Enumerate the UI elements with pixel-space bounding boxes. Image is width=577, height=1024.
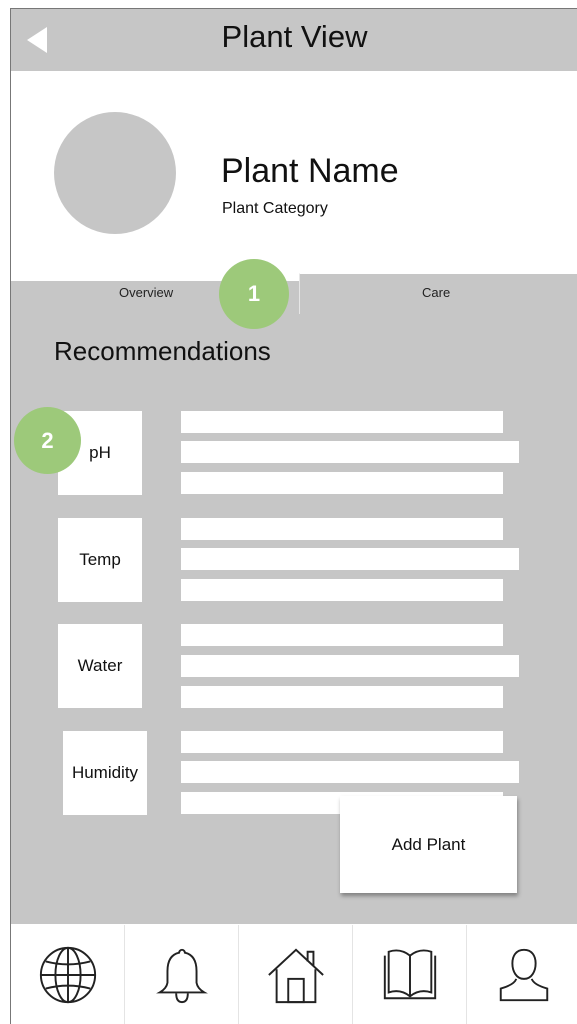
recommendation-line xyxy=(181,624,503,646)
recommendation-line xyxy=(181,761,519,783)
book-icon xyxy=(383,949,436,1000)
recommendation-line xyxy=(181,518,503,540)
recommendation-line xyxy=(181,411,503,433)
home-icon xyxy=(267,948,324,1004)
recommendation-line xyxy=(181,472,503,494)
tab-care-label[interactable]: Care xyxy=(422,285,450,300)
recommendation-line xyxy=(181,686,503,708)
recommendation-line xyxy=(181,579,503,601)
plant-category: Plant Category xyxy=(222,200,328,217)
app-frame: Plant View Plant Name Plant Category Ove… xyxy=(10,8,577,1024)
annotation-badge-2: 2 xyxy=(14,407,81,474)
recommendation-line xyxy=(181,731,503,753)
globe-icon xyxy=(39,946,96,1004)
bell-icon xyxy=(155,948,208,1004)
add-plant-button[interactable]: Add Plant xyxy=(340,796,517,893)
bottom-nav xyxy=(11,924,577,1024)
page-title: Plant View xyxy=(221,19,368,54)
recommendation-line xyxy=(181,655,519,677)
nav-item-notifications[interactable] xyxy=(125,925,239,1024)
user-icon xyxy=(499,948,549,1002)
nav-item-profile[interactable] xyxy=(467,925,577,1024)
plant-avatar xyxy=(54,112,176,234)
recommendation-label-humidity: Humidity xyxy=(63,731,147,815)
plant-name: Plant Name xyxy=(221,152,399,190)
nav-item-explore[interactable] xyxy=(11,925,125,1024)
recommendation-label-water: Water xyxy=(58,624,142,708)
nav-item-home[interactable] xyxy=(239,925,353,1024)
annotation-badge-1: 1 xyxy=(219,259,289,329)
recommendation-line xyxy=(181,548,519,570)
recommendation-label-temp: Temp xyxy=(58,518,142,602)
nav-item-library[interactable] xyxy=(353,925,467,1024)
tab-overview[interactable]: Overview xyxy=(119,285,173,300)
top-bar: Plant View xyxy=(11,9,577,71)
section-heading: Recommendations xyxy=(54,336,271,366)
recommendation-line xyxy=(181,441,519,463)
